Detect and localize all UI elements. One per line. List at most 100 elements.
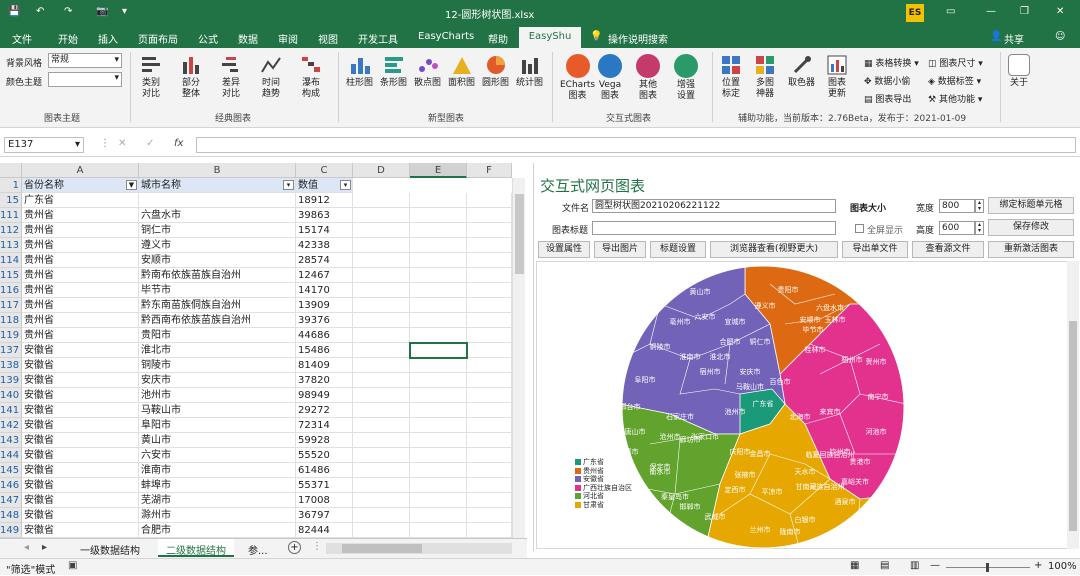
cell-empty[interactable] — [410, 253, 467, 268]
color-picker-button[interactable]: 取色器 — [788, 54, 815, 89]
scroll-thumb[interactable] — [515, 194, 524, 274]
cell-empty[interactable] — [353, 223, 410, 238]
cell-empty[interactable] — [410, 313, 467, 328]
cell-empty[interactable] — [467, 418, 512, 433]
cell-empty[interactable] — [467, 193, 512, 208]
cell-province[interactable]: 安徽省 — [22, 448, 139, 463]
save-icon[interactable]: 💾 — [8, 6, 20, 17]
save-changes-button[interactable]: 保存修改 — [988, 219, 1074, 236]
prev-sheet-icon[interactable]: ◂ — [24, 542, 29, 553]
cell-value[interactable]: 17008 — [296, 493, 353, 508]
row-number[interactable]: 117 — [0, 298, 22, 313]
row-number[interactable]: 144 — [0, 448, 22, 463]
cell-value[interactable]: 15486 — [296, 343, 353, 358]
tab-data[interactable]: 数据 — [238, 31, 258, 46]
cell-empty[interactable] — [410, 208, 467, 223]
formula-input[interactable] — [196, 137, 1076, 153]
reactivate-chart-button[interactable]: 重新激活图表 — [988, 241, 1074, 258]
cell-value[interactable]: 44686 — [296, 328, 353, 343]
cell-empty[interactable] — [467, 268, 512, 283]
cell-province[interactable]: 贵州省 — [22, 208, 139, 223]
cell-empty[interactable] — [353, 478, 410, 493]
zoom-in-icon[interactable]: + — [1034, 560, 1042, 571]
filename-input[interactable]: 圆型树状图20210206221122 — [592, 199, 836, 213]
cell-empty[interactable] — [467, 343, 512, 358]
cell-city[interactable]: 毕节市 — [139, 283, 296, 298]
cell-city[interactable]: 黔西南布依族苗族自治州 — [139, 313, 296, 328]
tab-formulas[interactable]: 公式 — [198, 31, 218, 46]
cell-city[interactable]: 铜仁市 — [139, 223, 296, 238]
cell-city[interactable]: 黄山市 — [139, 433, 296, 448]
vertical-scrollbar[interactable] — [512, 178, 525, 538]
row-number[interactable]: 149 — [0, 523, 22, 538]
row-number[interactable]: 114 — [0, 253, 22, 268]
cell-empty[interactable] — [353, 298, 410, 313]
row-number[interactable]: 148 — [0, 508, 22, 523]
cell-value[interactable]: 14170 — [296, 283, 353, 298]
cell-empty[interactable] — [353, 523, 410, 538]
cell-empty[interactable] — [353, 433, 410, 448]
cell-empty[interactable] — [353, 493, 410, 508]
name-box[interactable]: E137 ▾ — [4, 137, 84, 153]
chart-title-input[interactable] — [592, 221, 836, 235]
row-number[interactable]: 115 — [0, 268, 22, 283]
cell-province[interactable]: 贵州省 — [22, 313, 139, 328]
row-number[interactable]: 146 — [0, 478, 22, 493]
page-layout-view-icon[interactable]: ▤ — [880, 560, 889, 571]
circle-chart-button[interactable]: 圆形图 — [482, 54, 509, 89]
tab-page-layout[interactable]: 页面布局 — [138, 31, 178, 46]
select-all-corner[interactable] — [0, 163, 22, 178]
cell-city[interactable]: 阜阳市 — [139, 418, 296, 433]
cell-empty[interactable] — [410, 478, 467, 493]
cell-empty[interactable] — [410, 418, 467, 433]
row-number[interactable]: 138 — [0, 358, 22, 373]
cell-empty[interactable] — [467, 358, 512, 373]
cell-empty[interactable] — [353, 283, 410, 298]
selected-cell-e137[interactable] — [409, 342, 468, 359]
ribbon-display-icon[interactable]: ▭ — [946, 6, 955, 17]
cell-value[interactable]: 39863 — [296, 208, 353, 223]
cell-empty[interactable] — [410, 283, 467, 298]
cell-empty[interactable] — [353, 463, 410, 478]
other-functions-button[interactable]: ⚒ 其他功能 ▾ — [928, 92, 982, 105]
user-avatar[interactable]: ES — [906, 4, 924, 22]
cell-province[interactable]: 贵州省 — [22, 223, 139, 238]
cell-city[interactable]: 淮南市 — [139, 463, 296, 478]
row-number[interactable]: 116 — [0, 283, 22, 298]
cell-empty[interactable] — [410, 403, 467, 418]
filter-icon[interactable]: ▾ — [340, 180, 351, 190]
cell-empty[interactable] — [410, 508, 467, 523]
cell-empty[interactable] — [410, 523, 467, 538]
vega-button[interactable]: Vega 图表 — [598, 54, 622, 102]
row-number[interactable]: 143 — [0, 433, 22, 448]
header-cell-value[interactable]: 数值 ▾ — [296, 178, 353, 193]
cell-value[interactable]: 36797 — [296, 508, 353, 523]
cell-city[interactable]: 池州市 — [139, 388, 296, 403]
enter-icon[interactable]: ✓ — [146, 138, 154, 149]
cell-empty[interactable] — [353, 313, 410, 328]
cell-value[interactable]: 55371 — [296, 478, 353, 493]
tab-easycharts[interactable]: EasyCharts — [418, 31, 474, 42]
cell-province[interactable]: 贵州省 — [22, 283, 139, 298]
tab-home[interactable]: 开始 — [58, 31, 78, 46]
page-break-view-icon[interactable]: ▥ — [910, 560, 919, 571]
cell-province[interactable]: 安徽省 — [22, 523, 139, 538]
cell-empty[interactable] — [467, 253, 512, 268]
next-sheet-icon[interactable]: ▸ — [42, 542, 47, 553]
bar-chart-button[interactable]: 条形图 — [380, 54, 407, 89]
undo-icon[interactable]: ↶ — [36, 6, 44, 17]
zoom-out-icon[interactable]: — — [930, 560, 940, 571]
cell-empty[interactable] — [353, 418, 410, 433]
cell-city[interactable]: 铜陵市 — [139, 358, 296, 373]
cell-empty[interactable] — [410, 493, 467, 508]
zoom-thumb[interactable] — [986, 563, 989, 572]
cell-value[interactable]: 13909 — [296, 298, 353, 313]
cell-value[interactable]: 37820 — [296, 373, 353, 388]
quick-access-dropdown-icon[interactable]: ▾ — [122, 6, 127, 17]
cell-empty[interactable] — [353, 403, 410, 418]
multi-chart-button[interactable]: 多图 神器 — [754, 54, 776, 100]
cell-empty[interactable] — [467, 448, 512, 463]
cell-empty[interactable] — [410, 223, 467, 238]
cell-city[interactable]: 蚌埠市 — [139, 478, 296, 493]
chart-update-button[interactable]: 图表 更新 — [826, 54, 848, 100]
